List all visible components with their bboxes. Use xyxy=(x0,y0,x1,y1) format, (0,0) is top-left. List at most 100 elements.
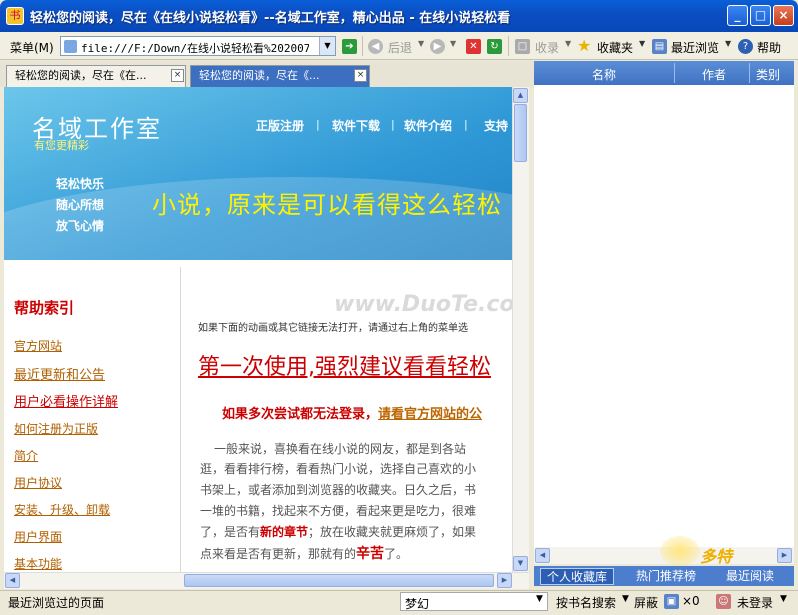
nav-support[interactable]: 支持 xyxy=(484,117,508,134)
recent-icon[interactable]: ▤ xyxy=(652,39,667,54)
collect-button[interactable]: 收录 xyxy=(535,39,559,56)
help-link[interactable]: 用户协议 xyxy=(14,474,62,491)
back-button[interactable]: 后退 xyxy=(388,39,412,56)
notice-text: 如果下面的动画或其它链接无法打开，请通过右上角的菜单选 xyxy=(198,323,468,334)
login-status[interactable]: 未登录 xyxy=(737,594,773,611)
address-bar[interactable]: file:///F:/Down/在线小说轻松看%202007.2 ▼ xyxy=(60,36,336,56)
tab-page-1[interactable]: 轻松您的阅读，尽在《在... xyxy=(6,65,186,87)
slogan: 随心所想 xyxy=(56,198,105,212)
highlight-text: 新的章节 xyxy=(260,525,309,539)
scroll-thumb[interactable] xyxy=(184,574,494,587)
page-content: 名域工作室 有您更精彩 正版注册 | 软件下载 | 软件介绍 | 支持 轻松快乐… xyxy=(4,87,512,572)
help-button[interactable]: 帮助 xyxy=(757,39,781,56)
scroll-thumb[interactable] xyxy=(514,104,527,162)
tab-recent-reading[interactable]: 最近阅读 xyxy=(720,568,780,585)
user-icon[interactable]: ☺ xyxy=(716,594,731,609)
book-list[interactable] xyxy=(534,85,794,547)
divider: | xyxy=(464,118,468,131)
close-tab-icon[interactable]: × xyxy=(354,69,367,82)
star-icon[interactable]: ★ xyxy=(577,36,591,55)
tab-page-2[interactable]: 轻松您的阅读，尽在《... xyxy=(190,65,370,87)
tab-hot-picks[interactable]: 热门推荐榜 xyxy=(630,568,702,585)
forward-dropdown-icon[interactable]: ▼ xyxy=(450,39,456,48)
login-warning: 如果多次尝试都无法登录，请看官方网站的公 xyxy=(222,403,482,422)
recent-button[interactable]: 最近浏览 xyxy=(671,39,719,56)
scroll-left-icon[interactable]: ◀ xyxy=(5,573,20,588)
nav-intro[interactable]: 软件介绍 xyxy=(404,117,452,134)
first-use-link[interactable]: 第一次使用,强烈建议看看轻松 xyxy=(198,349,491,381)
help-icon[interactable]: ? xyxy=(738,39,753,54)
stop-icon[interactable]: ✕ xyxy=(466,39,481,54)
slogan: 放飞心情 xyxy=(56,219,105,233)
sidebar-header: 名称 作者 类别 xyxy=(534,61,794,85)
brand-tagline: 有您更精彩 xyxy=(34,139,89,152)
nav-download[interactable]: 软件下载 xyxy=(332,117,380,134)
column-author[interactable]: 作者 xyxy=(702,66,726,83)
forward-icon[interactable]: ▶ xyxy=(430,39,445,54)
help-title: 帮助索引 xyxy=(14,299,75,317)
paragraph-line: 书架上，或者添加到浏览器的收藏夹。日久之后，书 xyxy=(200,483,477,497)
duote-watermark: 多特 xyxy=(700,547,733,566)
help-link[interactable]: 用户必看操作详解 xyxy=(14,391,118,410)
text-segment: 了，是否有 xyxy=(200,525,261,539)
official-site-link[interactable]: 请看官方网站的公 xyxy=(378,407,482,422)
address-dropdown-icon[interactable]: ▼ xyxy=(319,37,335,55)
paragraph-line: 点来看是否有更新，那就有的辛苦了。 xyxy=(200,544,408,564)
column-name[interactable]: 名称 xyxy=(592,66,616,83)
banner: 名域工作室 有您更精彩 正版注册 | 软件下载 | 软件介绍 | 支持 轻松快乐… xyxy=(4,87,512,260)
help-link[interactable]: 安装、升级、卸载 xyxy=(14,501,110,518)
close-tab-icon[interactable]: × xyxy=(171,69,184,82)
block-button[interactable]: 屏蔽 xyxy=(634,594,658,611)
help-link[interactable]: 最近更新和公告 xyxy=(14,364,105,383)
collect-dropdown-icon[interactable]: ▼ xyxy=(565,39,571,48)
dream-select[interactable]: 梦幻 xyxy=(400,592,548,611)
block-count: ×0 xyxy=(682,594,700,608)
scroll-left-icon[interactable]: ◀ xyxy=(535,548,550,563)
popup-block-icon[interactable]: ▣ xyxy=(664,594,679,609)
help-index: 帮助索引 官方网站 最近更新和公告 用户必看操作详解 如何注册为正版 简介 用户… xyxy=(4,267,181,572)
search-by-title-button[interactable]: 按书名搜索 xyxy=(556,594,616,611)
text-segment: 点来看是否有更新，那就有的 xyxy=(200,547,357,561)
scroll-down-icon[interactable]: ▼ xyxy=(513,556,528,571)
help-link[interactable]: 官方网站 xyxy=(14,337,62,354)
search-dropdown-icon[interactable]: ▼ xyxy=(622,594,629,604)
nav-register[interactable]: 正版注册 xyxy=(256,117,304,134)
dream-dropdown-icon[interactable]: ▼ xyxy=(536,594,543,604)
favorites-button[interactable]: 收藏夹 xyxy=(597,39,633,56)
page-icon xyxy=(64,40,77,53)
login-dropdown-icon[interactable]: ▼ xyxy=(780,594,787,604)
slogan: 轻松快乐 xyxy=(56,177,105,191)
divider xyxy=(362,36,363,56)
status-text: 最近浏览过的页面 xyxy=(8,596,105,610)
help-link[interactable]: 用户界面 xyxy=(14,528,62,545)
scroll-right-icon[interactable]: ▶ xyxy=(497,573,512,588)
menu-button[interactable]: 菜单(M) xyxy=(10,39,54,56)
paragraph-line: 逛，看看排行榜，看看热门小说，选择自己喜欢的小 xyxy=(200,462,477,476)
paragraph-line: 了，是否有新的章节；放在收藏夹就更麻烦了，如果 xyxy=(200,522,476,542)
divider xyxy=(508,36,509,56)
maximize-button[interactable]: □ xyxy=(750,5,771,26)
divider: | xyxy=(391,118,395,131)
address-input[interactable]: file:///F:/Down/在线小说轻松看%202007.2 xyxy=(81,40,309,56)
help-link[interactable]: 基本功能 xyxy=(14,555,62,572)
favorites-dropdown-icon[interactable]: ▼ xyxy=(639,39,645,48)
close-button[interactable]: × xyxy=(773,5,794,26)
column-category[interactable]: 类别 xyxy=(756,66,780,83)
back-dropdown-icon[interactable]: ▼ xyxy=(418,39,424,48)
scroll-up-icon[interactable]: ▲ xyxy=(513,88,528,103)
duote-logo xyxy=(660,536,700,566)
minimize-button[interactable]: _ xyxy=(727,5,748,26)
collect-icon[interactable]: □ xyxy=(515,39,530,54)
go-icon[interactable]: ➔ xyxy=(342,39,357,54)
help-link[interactable]: 简介 xyxy=(14,447,38,464)
recent-dropdown-icon[interactable]: ▼ xyxy=(725,39,731,48)
help-link[interactable]: 如何注册为正版 xyxy=(14,420,98,437)
app-icon: 书 xyxy=(6,7,24,25)
paragraph-line: 一般来说，喜换看在线小说的网友，都是到各站 xyxy=(214,442,467,456)
scroll-right-icon[interactable]: ▶ xyxy=(777,548,792,563)
banner-headline: 小说，原来是可以看得这么轻松 xyxy=(152,191,502,219)
refresh-icon[interactable]: ↻ xyxy=(487,39,502,54)
tab-personal-library[interactable]: 个人收藏库 xyxy=(540,568,615,585)
paragraph-line: 一堆的书籍，找起来不方便，看起来更是吃力，很难 xyxy=(200,504,477,518)
back-icon[interactable]: ◀ xyxy=(368,39,383,54)
